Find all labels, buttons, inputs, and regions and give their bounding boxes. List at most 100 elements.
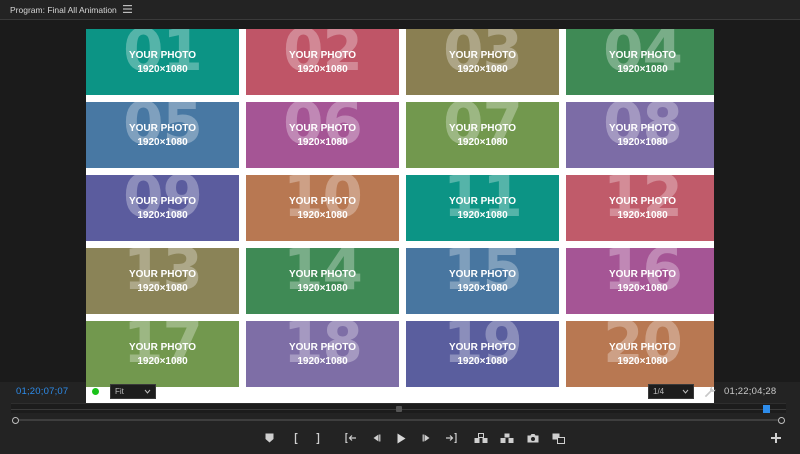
zoom-scroll-track: [17, 419, 780, 421]
camera-icon: [527, 433, 539, 443]
tile-resolution: 1920×1080: [297, 136, 348, 148]
tile-resolution: 1920×1080: [137, 282, 188, 294]
go-to-in-icon: [345, 433, 357, 443]
photo-placeholder-tile: 18 YOUR PHOTO 1920×1080: [246, 321, 399, 387]
step-forward-icon: [422, 433, 432, 443]
tile-label: YOUR PHOTO: [128, 341, 197, 353]
tile-resolution: 1920×1080: [457, 63, 508, 75]
mark-in-button[interactable]: [289, 431, 303, 445]
tile-label: YOUR PHOTO: [448, 122, 517, 134]
add-marker-button[interactable]: [262, 431, 276, 445]
current-timecode[interactable]: 01;20;07;07: [16, 386, 68, 397]
tile-label: YOUR PHOTO: [288, 341, 357, 353]
tile-label: YOUR PHOTO: [448, 49, 517, 61]
photo-placeholder-tile: 12 YOUR PHOTO 1920×1080: [566, 175, 714, 241]
photo-placeholder-tile: 01 YOUR PHOTO 1920×1080: [86, 29, 239, 95]
tile-label: YOUR PHOTO: [288, 49, 357, 61]
tile-resolution: 1920×1080: [297, 209, 348, 221]
zoom-level-value: Fit: [115, 387, 124, 396]
tile-label: YOUR PHOTO: [128, 49, 197, 61]
tile-resolution: 1920×1080: [457, 282, 508, 294]
photo-placeholder-tile: 05 YOUR PHOTO 1920×1080: [86, 102, 239, 168]
program-frame: 01 YOUR PHOTO 1920×1080 02 YOUR PHOTO 1920×10…: [86, 29, 714, 403]
photo-placeholder-tile: 19 YOUR PHOTO 1920×1080: [406, 321, 559, 387]
comparison-view-icon: [552, 433, 565, 444]
tile-label: YOUR PHOTO: [448, 195, 517, 207]
tile-label: YOUR PHOTO: [288, 122, 357, 134]
tile-resolution: 1920×1080: [457, 136, 508, 148]
photo-placeholder-tile: 16 YOUR PHOTO 1920×1080: [566, 248, 714, 314]
tile-resolution: 1920×1080: [617, 282, 668, 294]
panel-header: Program: Final All Animation: [0, 0, 800, 20]
go-to-out-icon: [445, 433, 457, 443]
zoom-handle-left[interactable]: [12, 417, 19, 424]
mark-in-icon: [293, 432, 299, 444]
marker-icon: [265, 433, 274, 443]
extract-button[interactable]: [500, 431, 514, 445]
photo-placeholder-tile: 09 YOUR PHOTO 1920×1080: [86, 175, 239, 241]
tile-resolution: 1920×1080: [617, 355, 668, 367]
photo-grid: 01 YOUR PHOTO 1920×1080 02 YOUR PHOTO 1920×10…: [86, 29, 714, 403]
photo-placeholder-tile: 10 YOUR PHOTO 1920×1080: [246, 175, 399, 241]
play-icon: [396, 433, 406, 444]
lift-icon: [474, 432, 488, 444]
lift-button[interactable]: [474, 431, 488, 445]
tile-resolution: 1920×1080: [617, 63, 668, 75]
photo-placeholder-tile: 07 YOUR PHOTO 1920×1080: [406, 102, 559, 168]
playhead[interactable]: [763, 405, 770, 413]
plus-icon[interactable]: [771, 433, 781, 445]
tile-resolution: 1920×1080: [457, 209, 508, 221]
comparison-view-button[interactable]: [551, 431, 565, 445]
export-frame-button[interactable]: [526, 431, 540, 445]
mark-out-button[interactable]: [311, 431, 325, 445]
step-back-button[interactable]: [369, 431, 383, 445]
tile-resolution: 1920×1080: [137, 355, 188, 367]
status-indicator: [92, 388, 99, 395]
photo-placeholder-tile: 11 YOUR PHOTO 1920×1080: [406, 175, 559, 241]
tile-label: YOUR PHOTO: [128, 268, 197, 280]
panel-title[interactable]: Program: Final All Animation: [10, 5, 117, 15]
go-to-in-button[interactable]: [344, 431, 358, 445]
wrench-icon[interactable]: [704, 385, 716, 398]
tile-label: YOUR PHOTO: [288, 195, 357, 207]
step-back-icon: [371, 433, 381, 443]
tile-label: YOUR PHOTO: [128, 122, 197, 134]
ruler-center-marker: [396, 406, 402, 412]
go-to-out-button[interactable]: [444, 431, 458, 445]
tile-resolution: 1920×1080: [137, 209, 188, 221]
tile-label: YOUR PHOTO: [608, 195, 677, 207]
playback-resolution-select[interactable]: 1/4: [648, 384, 694, 399]
monitor-controls: 01;20;07;07 Fit 1/4 01;22;04;28: [0, 383, 800, 401]
photo-placeholder-tile: 17 YOUR PHOTO 1920×1080: [86, 321, 239, 387]
tile-label: YOUR PHOTO: [448, 268, 517, 280]
mark-out-icon: [315, 432, 321, 444]
program-monitor-viewer[interactable]: 01 YOUR PHOTO 1920×1080 02 YOUR PHOTO 1920×10…: [0, 20, 800, 403]
step-forward-button[interactable]: [420, 431, 434, 445]
tile-resolution: 1920×1080: [137, 136, 188, 148]
chevron-down-icon: [144, 385, 151, 403]
photo-placeholder-tile: 14 YOUR PHOTO 1920×1080: [246, 248, 399, 314]
tile-resolution: 1920×1080: [617, 209, 668, 221]
tile-label: YOUR PHOTO: [448, 341, 517, 353]
tile-label: YOUR PHOTO: [608, 268, 677, 280]
time-ruler[interactable]: [11, 403, 786, 413]
tile-resolution: 1920×1080: [137, 63, 188, 75]
photo-placeholder-tile: 02 YOUR PHOTO 1920×1080: [246, 29, 399, 95]
chevron-down-icon: [682, 385, 689, 403]
photo-placeholder-tile: 13 YOUR PHOTO 1920×1080: [86, 248, 239, 314]
photo-placeholder-tile: 20 YOUR PHOTO 1920×1080: [566, 321, 714, 387]
tile-resolution: 1920×1080: [297, 282, 348, 294]
photo-placeholder-tile: 03 YOUR PHOTO 1920×1080: [406, 29, 559, 95]
tile-resolution: 1920×1080: [297, 355, 348, 367]
photo-placeholder-tile: 15 YOUR PHOTO 1920×1080: [406, 248, 559, 314]
tile-resolution: 1920×1080: [297, 63, 348, 75]
zoom-level-select[interactable]: Fit: [110, 384, 156, 399]
play-button[interactable]: [394, 431, 408, 445]
tile-label: YOUR PHOTO: [128, 195, 197, 207]
duration-timecode: 01;22;04;28: [724, 386, 777, 397]
tile-resolution: 1920×1080: [457, 355, 508, 367]
hamburger-icon[interactable]: [122, 5, 132, 15]
zoom-scroll-bar[interactable]: [11, 417, 786, 424]
zoom-handle-right[interactable]: [778, 417, 785, 424]
photo-placeholder-tile: 08 YOUR PHOTO 1920×1080: [566, 102, 714, 168]
